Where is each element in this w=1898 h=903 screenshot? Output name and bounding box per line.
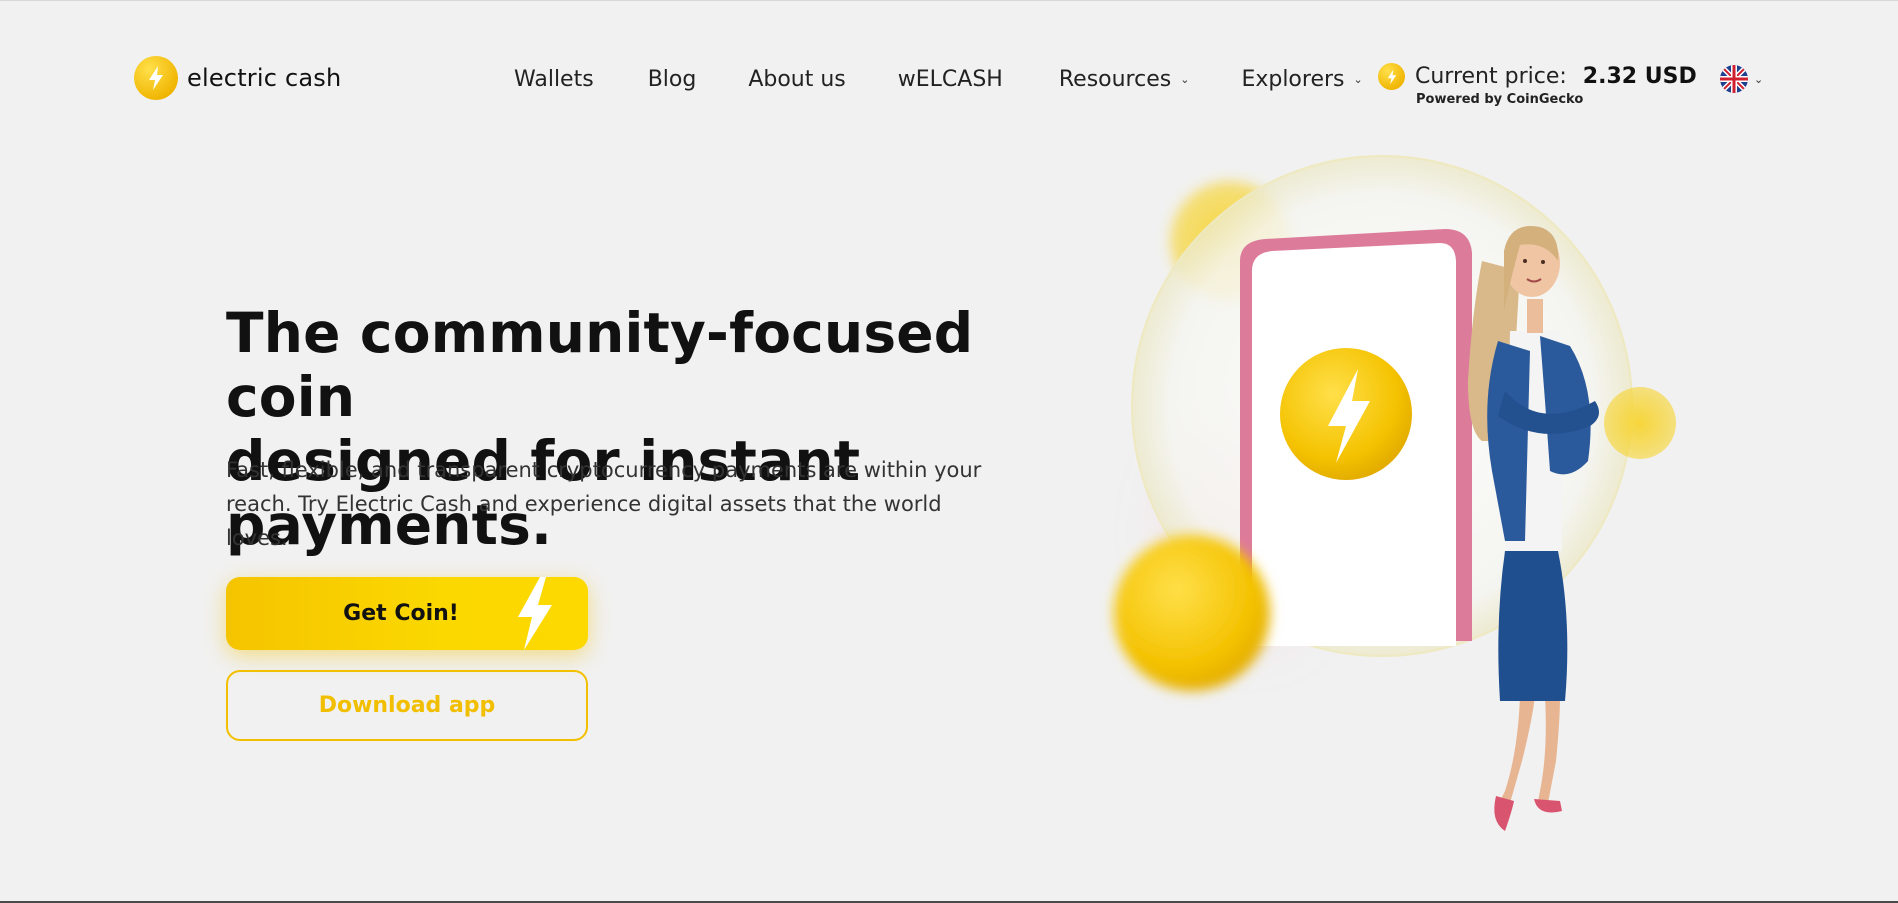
price-value: 2.32 USD bbox=[1582, 64, 1697, 89]
hero-subtitle-line-2: reach. Try Electric Cash and experience … bbox=[226, 492, 942, 550]
bolt-coin-icon bbox=[1378, 63, 1405, 90]
chevron-down-icon: ⌄ bbox=[1180, 73, 1190, 86]
nav-wallets[interactable]: Wallets bbox=[514, 67, 594, 92]
price-widget: Current price: 2.32 USD Powered by CoinG… bbox=[1378, 63, 1697, 107]
chevron-down-icon: ⌄ bbox=[1353, 73, 1363, 86]
nav-resources-dropdown[interactable]: Resources ⌄ bbox=[1059, 67, 1190, 92]
hero-subtitle: Fast, flexible, and transparent cryptocu… bbox=[226, 453, 1006, 555]
download-app-label: Download app bbox=[318, 693, 496, 718]
download-app-button[interactable]: Download app bbox=[226, 670, 588, 741]
hero-title-line-1: The community-focused coin bbox=[226, 301, 974, 429]
brand-name: electric cash bbox=[187, 64, 342, 92]
get-coin-button[interactable]: Get Coin! bbox=[226, 577, 588, 650]
hero-illustration bbox=[1114, 155, 1676, 831]
nav-welcash[interactable]: wELCASH bbox=[898, 67, 1003, 92]
page: electric cash Wallets Blog About us wELC… bbox=[0, 0, 1898, 903]
get-coin-label: Get Coin! bbox=[343, 601, 459, 626]
hero-subtitle-line-1: Fast, flexible, and transparent cryptocu… bbox=[226, 458, 982, 482]
yellow-orb-front bbox=[1114, 535, 1270, 691]
bolt-logo-icon bbox=[134, 56, 178, 100]
nav-blog[interactable]: Blog bbox=[648, 67, 697, 92]
price-label: Current price: bbox=[1415, 64, 1567, 89]
nav-resources-label: Resources bbox=[1058, 67, 1172, 92]
powered-by-coingecko[interactable]: Powered by CoinGecko bbox=[1416, 92, 1697, 107]
brand-logo[interactable]: electric cash bbox=[134, 56, 341, 100]
nav-about-us[interactable]: About us bbox=[748, 67, 845, 92]
lightning-bolt-icon bbox=[518, 577, 552, 650]
site-header: electric cash Wallets Blog About us wELC… bbox=[134, 53, 1898, 113]
yellow-orb-right bbox=[1604, 387, 1676, 459]
nav-explorers-dropdown[interactable]: Explorers ⌄ bbox=[1241, 67, 1362, 92]
uk-flag-icon bbox=[1720, 65, 1748, 93]
language-selector[interactable]: ⌄ bbox=[1720, 65, 1763, 93]
main-nav: Wallets Blog About us wELCASH Resources … bbox=[514, 67, 1363, 92]
chevron-down-icon: ⌄ bbox=[1754, 72, 1764, 86]
nav-explorers-label: Explorers bbox=[1241, 67, 1345, 92]
